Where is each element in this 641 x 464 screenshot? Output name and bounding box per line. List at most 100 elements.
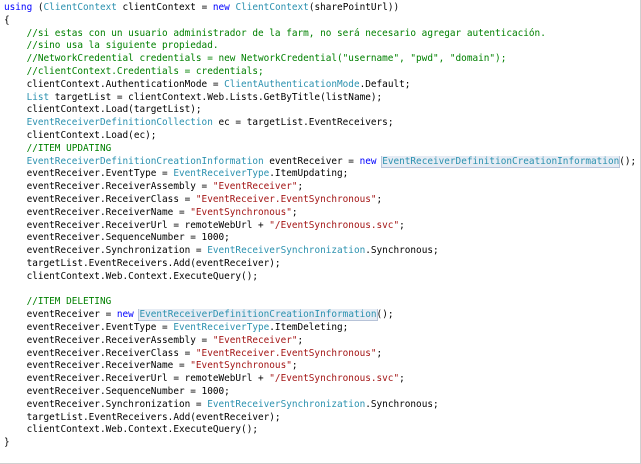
code-line[interactable]: eventReceiver.ReceiverName = "EventSynch… (4, 207, 636, 220)
code-token: eventReceiver.ReceiverUrl = remoteWebUrl… (4, 373, 270, 385)
code-token: //NetworkCredential credentials = new Ne… (4, 53, 507, 65)
code-token: List (26, 91, 50, 103)
code-line[interactable]: //clientContext.Credentials = credential… (4, 66, 636, 79)
code-line[interactable] (4, 284, 636, 297)
code-line[interactable]: eventReceiver.ReceiverAssembly = "EventR… (4, 181, 636, 194)
code-token: new (212, 2, 230, 13)
code-token: eventReceiver.ReceiverUrl = remoteWebUrl… (4, 219, 270, 231)
code-line[interactable]: eventReceiver.ReceiverClass = "EventRece… (4, 348, 636, 361)
code-token: eventReceiver = (4, 309, 117, 321)
code-token: new (116, 309, 134, 321)
code-token: ; (291, 206, 298, 218)
code-token: EventReceiverType (173, 321, 270, 333)
code-line[interactable]: targetList.EventReceivers.Add(eventRecei… (4, 412, 636, 425)
highlighted-token: EventReceiverDefinitionCreationInformati… (138, 309, 378, 322)
code-token: ; (376, 193, 383, 205)
code-line[interactable]: //ITEM UPDATING (4, 143, 636, 156)
code-line[interactable]: eventReceiver.ReceiverClass = "EventRece… (4, 194, 636, 207)
code-token: ; (291, 360, 298, 372)
code-token: eventReceiver.Synchronization = (4, 245, 208, 257)
code-token: .ItemDeleting; (269, 321, 349, 333)
code-token: (); (376, 309, 394, 321)
code-line[interactable]: EventReceiverDefinitionCreationInformati… (4, 155, 636, 169)
code-line[interactable]: eventReceiver.ReceiverName = "EventSynch… (4, 360, 636, 373)
code-token: ; (297, 181, 304, 193)
code-token: eventReceiver.ReceiverAssembly = (4, 334, 213, 346)
code-token: eventReceiver.SequenceNumber = 1000; (4, 232, 230, 244)
code-token: "/EventSynchronous.svc" (269, 219, 400, 231)
code-token: ; (297, 334, 304, 346)
code-line[interactable]: clientContext.Load(targetList); (4, 104, 636, 117)
code-editor[interactable]: using (ClientContext clientContext = new… (0, 0, 641, 464)
code-token: new (359, 155, 377, 167)
code-token: "EventSynchronous" (190, 360, 292, 372)
code-line[interactable]: eventReceiver.SequenceNumber = 1000; (4, 232, 636, 245)
code-line[interactable]: eventReceiver.Synchronization = EventRec… (4, 245, 636, 258)
code-line[interactable]: clientContext.AuthenticationMode = Clien… (4, 79, 636, 92)
code-line[interactable]: clientContext.Load(ec); (4, 130, 636, 143)
code-token: "EventReceiver.EventSynchronous" (195, 347, 377, 359)
code-line[interactable]: List targetList = clientContext.Web.List… (4, 92, 636, 105)
code-token: ; (376, 347, 383, 359)
code-line[interactable]: { (4, 15, 636, 28)
code-token: clientContext = (116, 2, 213, 13)
code-token: targetList.EventReceivers.Add(eventRecei… (4, 411, 281, 423)
code-token: ; (399, 219, 405, 231)
code-line[interactable]: //NetworkCredential credentials = new Ne… (4, 53, 636, 66)
code-token: //ITEM DELETING (4, 296, 112, 308)
code-line[interactable]: //sino usa la siguiente propiedad. (4, 40, 636, 53)
code-token: .Default; (359, 78, 411, 90)
code-token: //clientContext.Credentials = credential… (4, 65, 264, 77)
code-token: EventReceiverType (173, 168, 270, 180)
code-token: "/EventSynchronous.svc" (269, 373, 400, 385)
code-line[interactable]: eventReceiver.ReceiverAssembly = "EventR… (4, 335, 636, 348)
code-token: eventReceiver.EventType = (4, 168, 174, 180)
code-line[interactable]: eventReceiver.SequenceNumber = 1000; (4, 386, 636, 399)
code-token: .Synchronous; (365, 245, 439, 257)
code-token: eventReceiver.ReceiverClass = (4, 347, 196, 359)
code-token: eventReceiver.ReceiverName = (4, 360, 191, 372)
code-token: "EventReceiver" (212, 181, 298, 193)
code-token: EventReceiverDefinitionCollection (26, 117, 213, 129)
code-line[interactable]: clientContext.Web.Context.ExecuteQuery()… (4, 271, 636, 284)
code-token: ClientContext (43, 2, 117, 13)
code-token: { (4, 14, 10, 26)
code-token: clientContext.Web.Context.ExecuteQuery()… (4, 424, 258, 436)
code-token: .ItemUpdating; (269, 168, 349, 180)
code-token: eventReceiver.Synchronization = (4, 398, 208, 410)
code-line[interactable]: eventReceiver.ReceiverUrl = remoteWebUrl… (4, 220, 636, 233)
code-token: "EventReceiver" (212, 334, 298, 346)
code-line[interactable]: eventReceiver.EventType = EventReceiverT… (4, 168, 636, 181)
code-token: clientContext.Load(ec); (4, 129, 157, 141)
code-token: //ITEM UPDATING (4, 142, 112, 154)
code-token: clientContext.Web.Context.ExecuteQuery()… (4, 270, 258, 282)
code-token: clientContext.Load(targetList); (4, 104, 202, 116)
code-token: (sharePointUrl)) (308, 2, 400, 13)
code-token: } (4, 437, 10, 449)
code-token: eventReceiver.EventType = (4, 321, 174, 333)
code-token: .Synchronous; (365, 398, 439, 410)
code-token: eventReceiver.ReceiverAssembly = (4, 181, 213, 193)
code-token: targetList.EventReceivers.Add(eventRecei… (4, 257, 281, 269)
code-line[interactable]: //ITEM DELETING (4, 296, 636, 309)
code-line[interactable]: targetList.EventReceivers.Add(eventRecei… (4, 258, 636, 271)
code-token: ec = targetList.EventReceivers; (212, 117, 394, 129)
code-token: (); (619, 155, 636, 167)
code-line[interactable]: eventReceiver = new EventReceiverDefinit… (4, 309, 636, 322)
code-line[interactable]: eventReceiver.EventType = EventReceiverT… (4, 322, 636, 335)
code-line[interactable]: clientContext.Web.Context.ExecuteQuery()… (4, 424, 636, 437)
code-token: eventReceiver.ReceiverName = (4, 206, 191, 218)
code-line[interactable]: eventReceiver.ReceiverUrl = remoteWebUrl… (4, 373, 636, 386)
code-line[interactable]: } (4, 437, 636, 450)
code-line[interactable]: using (ClientContext clientContext = new… (4, 2, 636, 15)
code-token: ClientContext (235, 2, 309, 13)
code-token: using (4, 2, 33, 13)
code-line[interactable]: EventReceiverDefinitionCollection ec = t… (4, 117, 636, 130)
code-line[interactable]: //si estas con un usuario administrador … (4, 28, 636, 41)
code-token: clientContext.AuthenticationMode = (4, 78, 225, 90)
code-token: //si estas con un usuario administrador … (4, 27, 546, 39)
code-line[interactable]: eventReceiver.Synchronization = EventRec… (4, 399, 636, 412)
code-token: ClientAuthenticationMode (224, 78, 360, 90)
